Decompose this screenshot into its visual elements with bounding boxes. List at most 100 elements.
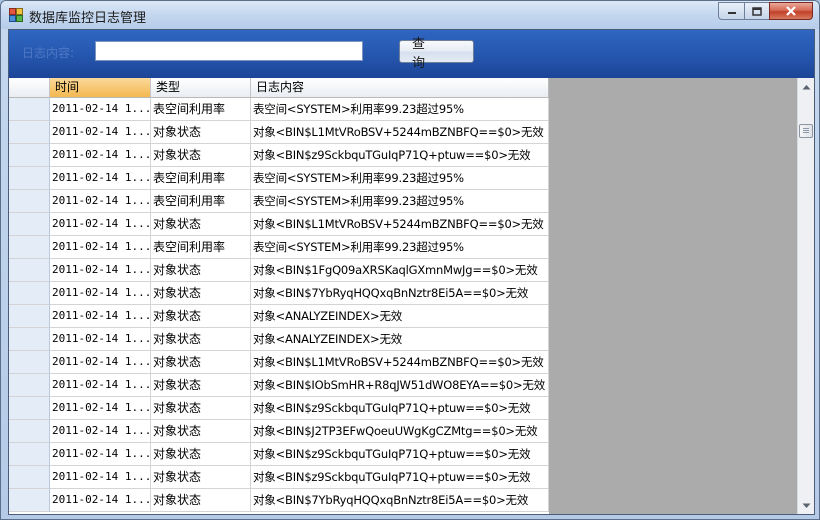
minimize-button[interactable] [718, 2, 745, 20]
column-header-time[interactable]: 时间 [50, 78, 151, 98]
scroll-down-button[interactable] [798, 497, 814, 514]
row-header-corner[interactable] [9, 78, 50, 98]
table-row[interactable]: 2011-02-14 1... 表空间利用率 表空间<SYSTEM>利用率99.23… [9, 167, 549, 190]
table-row[interactable]: 2011-02-14 1... 对象状态 对象<BIN$1FgQ09aXRSKaql… [9, 259, 549, 282]
cell-type[interactable]: 对象状态 [151, 397, 251, 420]
cell-type[interactable]: 对象状态 [151, 259, 251, 282]
scroll-up-button[interactable] [798, 78, 814, 95]
cell-time[interactable]: 2011-02-14 1... [50, 397, 151, 420]
row-header-cell[interactable] [9, 121, 50, 144]
cell-content[interactable]: 表空间<SYSTEM>利用率99.23超过95% [251, 167, 549, 190]
row-header-cell[interactable] [9, 213, 50, 236]
cell-time[interactable]: 2011-02-14 1... [50, 236, 151, 259]
row-header-cell[interactable] [9, 328, 50, 351]
cell-time[interactable]: 2011-02-14 1... [50, 167, 151, 190]
cell-time[interactable]: 2011-02-14 1... [50, 98, 151, 121]
cell-time[interactable]: 2011-02-14 1... [50, 305, 151, 328]
cell-content[interactable]: 对象<ANALYZEINDEX>无效 [251, 305, 549, 328]
cell-type[interactable]: 表空间利用率 [151, 167, 251, 190]
cell-time[interactable]: 2011-02-14 1... [50, 121, 151, 144]
table-row[interactable]: 2011-02-14 1... 对象状态 对象<BIN$L1MtVRoBSV+524… [9, 213, 549, 236]
table-row[interactable]: 2011-02-14 1... 对象状态 对象<BIN$z9SckbquTGuIqP… [9, 466, 549, 489]
table-row[interactable]: 2011-02-14 1... 对象状态 对象<BIN$z9SckbquTGuIqP… [9, 397, 549, 420]
cell-content[interactable]: 对象<BIN$7YbRyqHQQxqBnNztr8Ei5A==$0>无效 [251, 489, 549, 512]
cell-content[interactable]: 对象<BIN$7YbRyqHQQxqBnNztr8Ei5A==$0>无效 [251, 282, 549, 305]
row-header-cell[interactable] [9, 167, 50, 190]
cell-type[interactable]: 对象状态 [151, 282, 251, 305]
row-header-cell[interactable] [9, 351, 50, 374]
cell-time[interactable]: 2011-02-14 1... [50, 489, 151, 512]
cell-content[interactable]: 对象<BIN$z9SckbquTGuIqP71Q+ptuw==$0>无效 [251, 144, 549, 167]
cell-type[interactable]: 表空间利用率 [151, 98, 251, 121]
cell-content[interactable]: 对象<BIN$z9SckbquTGuIqP71Q+ptuw==$0>无效 [251, 443, 549, 466]
cell-type[interactable]: 对象状态 [151, 351, 251, 374]
cell-type[interactable]: 对象状态 [151, 443, 251, 466]
cell-type[interactable]: 对象状态 [151, 213, 251, 236]
cell-type[interactable]: 对象状态 [151, 305, 251, 328]
cell-content[interactable]: 对象<BIN$z9SckbquTGuIqP71Q+ptuw==$0>无效 [251, 397, 549, 420]
row-header-cell[interactable] [9, 259, 50, 282]
cell-content[interactable]: 对象<BIN$L1MtVRoBSV+5244mBZNBFQ==$0>无效 [251, 351, 549, 374]
table-row[interactable]: 2011-02-14 1... 对象状态 对象<ANALYZEINDEX>无效 [9, 305, 549, 328]
row-header-cell[interactable] [9, 98, 50, 121]
maximize-button[interactable] [744, 2, 770, 20]
log-grid[interactable]: 时间 类型 日志内容 2011-02-14 1... 表空间利用率 表空间<SYST… [9, 78, 549, 514]
cell-time[interactable]: 2011-02-14 1... [50, 190, 151, 213]
cell-type[interactable]: 对象状态 [151, 144, 251, 167]
table-row[interactable]: 2011-02-14 1... 对象状态 对象<BIN$L1MtVRoBSV+524… [9, 351, 549, 374]
row-header-cell[interactable] [9, 443, 50, 466]
cell-content[interactable]: 对象<BIN$L1MtVRoBSV+5244mBZNBFQ==$0>无效 [251, 121, 549, 144]
cell-content[interactable]: 表空间<SYSTEM>利用率99.23超过95% [251, 190, 549, 213]
cell-type[interactable]: 对象状态 [151, 374, 251, 397]
row-header-cell[interactable] [9, 374, 50, 397]
table-row[interactable]: 2011-02-14 1... 表空间利用率 表空间<SYSTEM>利用率99.23… [9, 190, 549, 213]
log-content-input[interactable] [95, 41, 363, 61]
cell-content[interactable]: 对象<ANALYZEINDEX>无效 [251, 328, 549, 351]
row-header-cell[interactable] [9, 305, 50, 328]
cell-content[interactable]: 对象<BIN$L1MtVRoBSV+5244mBZNBFQ==$0>无效 [251, 213, 549, 236]
cell-content[interactable]: 对象<BIN$z9SckbquTGuIqP71Q+ptuw==$0>无效 [251, 466, 549, 489]
cell-time[interactable]: 2011-02-14 1... [50, 259, 151, 282]
table-row[interactable]: 2011-02-14 1... 对象状态 对象<BIN$z9SckbquTGuIqP… [9, 144, 549, 167]
close-button[interactable] [769, 2, 813, 20]
table-row[interactable]: 2011-02-14 1... 表空间利用率 表空间<SYSTEM>利用率99.23… [9, 98, 549, 121]
cell-content[interactable]: 表空间<SYSTEM>利用率99.23超过95% [251, 236, 549, 259]
vertical-scrollbar[interactable] [797, 78, 814, 514]
cell-type[interactable]: 表空间利用率 [151, 236, 251, 259]
cell-time[interactable]: 2011-02-14 1... [50, 374, 151, 397]
cell-type[interactable]: 对象状态 [151, 121, 251, 144]
table-row[interactable]: 2011-02-14 1... 对象状态 对象<BIN$7YbRyqHQQxqBnN… [9, 489, 549, 512]
row-header-cell[interactable] [9, 282, 50, 305]
query-button[interactable]: 查 询 [399, 37, 474, 71]
cell-type[interactable]: 对象状态 [151, 328, 251, 351]
cell-time[interactable]: 2011-02-14 1... [50, 420, 151, 443]
row-header-cell[interactable] [9, 190, 50, 213]
cell-type[interactable]: 对象状态 [151, 466, 251, 489]
row-header-cell[interactable] [9, 466, 50, 489]
table-row[interactable]: 2011-02-14 1... 对象状态 对象<BIN$IObSmHR+R8qJW5… [9, 374, 549, 397]
table-row[interactable]: 2011-02-14 1... 对象状态 对象<ANALYZEINDEX>无效 [9, 328, 549, 351]
table-row[interactable]: 2011-02-14 1... 对象状态 对象<BIN$J2TP3EFwQoeuUW… [9, 420, 549, 443]
row-header-cell[interactable] [9, 144, 50, 167]
cell-time[interactable]: 2011-02-14 1... [50, 443, 151, 466]
cell-time[interactable]: 2011-02-14 1... [50, 213, 151, 236]
cell-content[interactable]: 对象<BIN$J2TP3EFwQoeuUWgKgCZMtg==$0>无效 [251, 420, 549, 443]
cell-time[interactable]: 2011-02-14 1... [50, 282, 151, 305]
cell-type[interactable]: 对象状态 [151, 420, 251, 443]
cell-type[interactable]: 对象状态 [151, 489, 251, 512]
column-header-type[interactable]: 类型 [151, 78, 251, 98]
column-header-content[interactable]: 日志内容 [251, 78, 549, 98]
row-header-cell[interactable] [9, 489, 50, 512]
table-row[interactable]: 2011-02-14 1... 对象状态 对象<BIN$L1MtVRoBSV+524… [9, 121, 549, 144]
cell-content[interactable]: 表空间<SYSTEM>利用率99.23超过95% [251, 98, 549, 121]
title-bar[interactable]: 数据库监控日志管理 [1, 1, 819, 29]
cell-time[interactable]: 2011-02-14 1... [50, 466, 151, 489]
table-row[interactable]: 2011-02-14 1... 对象状态 对象<BIN$7YbRyqHQQxqBnN… [9, 282, 549, 305]
row-header-cell[interactable] [9, 236, 50, 259]
row-header-cell[interactable] [9, 420, 50, 443]
cell-type[interactable]: 表空间利用率 [151, 190, 251, 213]
table-row[interactable]: 2011-02-14 1... 表空间利用率 表空间<SYSTEM>利用率99.23… [9, 236, 549, 259]
cell-time[interactable]: 2011-02-14 1... [50, 144, 151, 167]
cell-time[interactable]: 2011-02-14 1... [50, 328, 151, 351]
cell-content[interactable]: 对象<BIN$IObSmHR+R8qJW51dWO8EYA==$0>无效 [251, 374, 549, 397]
